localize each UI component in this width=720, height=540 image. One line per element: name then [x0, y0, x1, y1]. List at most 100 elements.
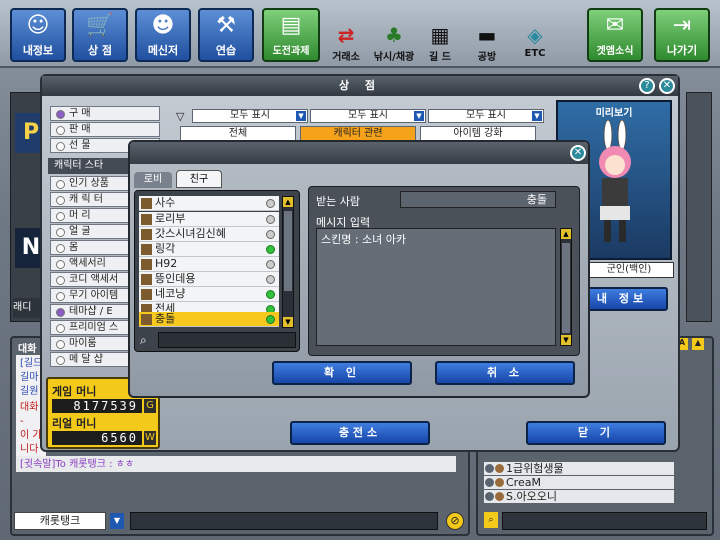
news-icon: ✉	[605, 13, 625, 38]
status-dot-icon	[266, 230, 275, 239]
etc-button[interactable]: ◈ ETC	[515, 22, 555, 59]
friend-avatar-icon	[141, 244, 152, 255]
news-button[interactable]: ✉ 겟앰소식	[587, 8, 643, 62]
filter-dropdown-2[interactable]: 모두 표시 ▼	[310, 109, 426, 123]
friend-item[interactable]: 뜽인데용	[139, 272, 279, 287]
user-list-item[interactable]: S.아오오니	[484, 490, 674, 503]
message-textarea[interactable]: 스킨명 : 소녀 아카	[316, 228, 556, 346]
dumbbell-icon: ⚒	[216, 13, 236, 38]
user-icon: ☺	[26, 13, 50, 38]
game-money-unit: G	[144, 399, 156, 413]
box-icon: ◈	[527, 23, 543, 47]
friend-item[interactable]: 네코냥	[139, 287, 279, 302]
chat-line: 이 가	[20, 430, 42, 441]
anvil-icon: ▬	[477, 23, 497, 47]
character-sprite-icon	[599, 120, 631, 242]
friend-item-selected[interactable]: 충돌	[139, 312, 279, 327]
message-text: 스킨명 : 소녀 아카	[321, 233, 407, 246]
my-info-button[interactable]: ☺ 내정보	[10, 8, 66, 62]
exit-icon: ⇥	[672, 13, 692, 38]
chat-line: 대화	[20, 402, 39, 413]
real-money-unit: W	[144, 431, 156, 445]
status-dot-icon	[266, 245, 275, 254]
scroll-thumb[interactable]	[284, 211, 292, 291]
status-dot-icon	[266, 215, 275, 224]
challenge-button[interactable]: ▤ 도전과제	[262, 8, 320, 62]
friend-item[interactable]: H92	[139, 257, 279, 272]
practice-button[interactable]: ⚒ 연습	[198, 8, 254, 62]
mode-buy[interactable]: 구 매	[50, 106, 160, 121]
scroll-thumb[interactable]	[562, 243, 570, 333]
charge-button[interactable]: 충전소	[290, 421, 430, 445]
friend-search-input[interactable]	[158, 332, 296, 348]
tab-all[interactable]: 전체	[180, 126, 296, 141]
shop-button[interactable]: 🛒 상 점	[72, 8, 128, 62]
message-scrollbar[interactable]: ▲ ▼	[560, 228, 572, 346]
top-menu-bar: ☺ 내정보 🛒 상 점 ☻ 메신저 ⚒ 연습 ▤ 도전과제 ⇄ 거래소 ♣ 낚시/채광 ▦ 길 …	[0, 0, 720, 68]
close-icon[interactable]: ✕	[570, 145, 586, 161]
real-money-value: 6560	[52, 431, 142, 445]
exit-button[interactable]: ⇥ 나가기	[654, 8, 710, 62]
cart-icon: 🛒	[86, 13, 114, 38]
cancel-button[interactable]: 취 소	[435, 361, 575, 385]
scroll-up-icon[interactable]: ▲	[561, 229, 571, 239]
tab-character[interactable]: 캐릭터 관련	[300, 126, 416, 141]
send-icon[interactable]: ⊘	[446, 512, 464, 530]
game-money-label: 게임 머니	[52, 385, 97, 398]
guild-icon: ▦	[430, 23, 450, 47]
scroll-up-icon[interactable]: ▲	[283, 197, 293, 207]
friend-avatar-icon	[141, 198, 152, 209]
friend-item[interactable]: 링각	[139, 242, 279, 257]
close-icon[interactable]: ✕	[659, 78, 675, 94]
scroll-up-icon[interactable]: ▲	[692, 338, 704, 350]
filter-dropdown-3[interactable]: 모두 표시 ▼	[428, 109, 544, 123]
user-list-item[interactable]: 1급위험생물	[484, 462, 674, 475]
friend-item[interactable]: 로리부	[139, 212, 279, 227]
friend-item[interactable]: 사수	[139, 196, 279, 211]
tab-lobby[interactable]: 로비	[134, 172, 172, 188]
gift-dialog-titlebar	[130, 142, 588, 164]
tab-friends[interactable]: 친구	[176, 170, 222, 188]
friend-item[interactable]: 갓스시녀김신혜	[139, 227, 279, 242]
mode-sell[interactable]: 판 매	[50, 122, 160, 137]
status-dot-icon	[266, 275, 275, 284]
chat-line: 니다	[20, 444, 39, 455]
scroll-down-icon[interactable]: ▼	[283, 317, 293, 327]
status-dot-icon	[266, 290, 275, 299]
fishing-button[interactable]: ♣ 낚시/채광	[371, 22, 417, 63]
preview-title: 미리보기	[595, 108, 633, 119]
recipient-label: 받는 사람	[316, 195, 360, 208]
real-money-label: 리얼 머니	[52, 417, 97, 430]
user-list-item[interactable]: CreaM	[484, 476, 674, 489]
filter-icon: ▽	[176, 110, 185, 123]
help-icon[interactable]: ?	[639, 78, 655, 94]
right-side-panel	[686, 92, 712, 322]
status-dot-icon	[266, 315, 275, 324]
channel-select[interactable]: 캐롯탱크	[14, 512, 106, 530]
confirm-button[interactable]: 확 인	[272, 361, 412, 385]
chat-line: 길마	[20, 372, 39, 383]
messenger-button[interactable]: ☻ 메신저	[135, 8, 191, 62]
chat-header: 대화	[18, 344, 37, 355]
friend-avatar-icon	[141, 214, 152, 225]
friend-list-scrollbar[interactable]: ▲ ▼	[282, 196, 294, 328]
smiley-icon: ☻	[151, 13, 175, 38]
friend-avatar-icon	[141, 289, 152, 300]
chat-input[interactable]	[130, 512, 438, 530]
search-icon[interactable]: ⌕	[484, 512, 498, 528]
chevron-down-icon[interactable]: ▼	[110, 513, 124, 529]
tab-enhance[interactable]: 아이템 강화	[420, 126, 536, 141]
workshop-button[interactable]: ▬ 공방	[467, 22, 507, 63]
friend-avatar-icon	[141, 274, 152, 285]
filter-dropdown-1[interactable]: 모두 표시 ▼	[192, 109, 308, 123]
scroll-down-icon[interactable]: ▼	[561, 335, 571, 345]
recipient-field[interactable]: 충돌	[400, 191, 556, 208]
shop-close-button[interactable]: 닫 기	[526, 421, 666, 445]
guild-button[interactable]: ▦ 길 드	[420, 22, 460, 63]
user-search-input[interactable]	[502, 512, 707, 530]
preview-name: 군인(백인)	[584, 262, 674, 278]
exchange-button[interactable]: ⇄ 거래소	[326, 22, 366, 63]
chevron-down-icon: ▼	[296, 111, 306, 121]
friend-avatar-icon	[141, 259, 152, 270]
chat-line: 길원	[20, 386, 39, 397]
